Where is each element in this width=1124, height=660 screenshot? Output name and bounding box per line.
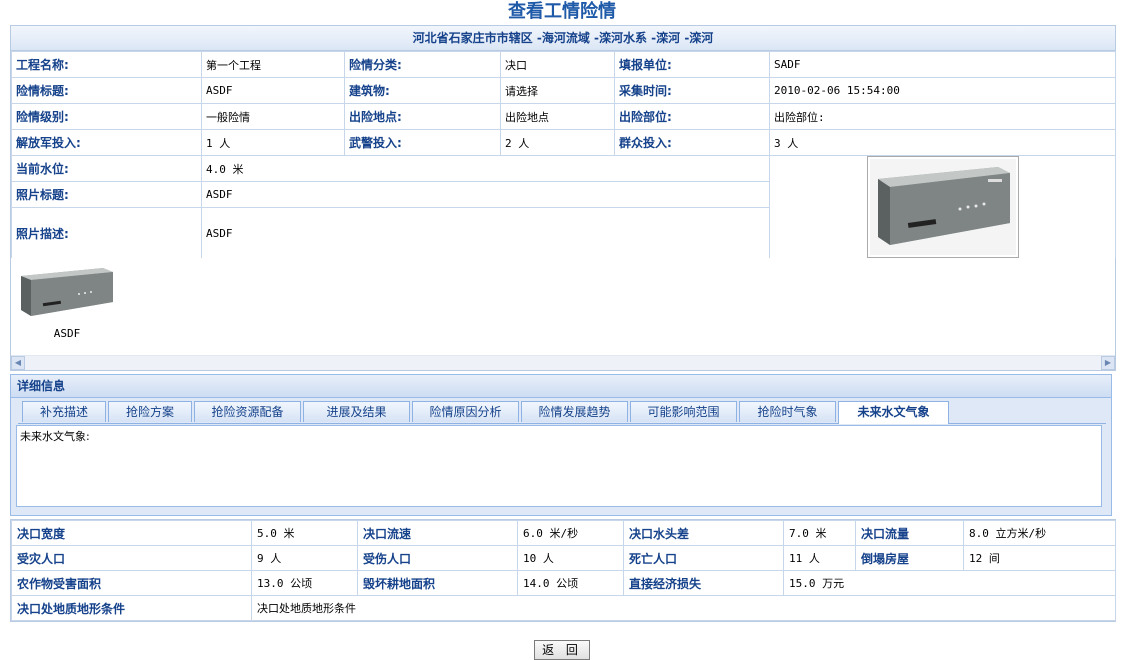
injured-label: 受伤人口 bbox=[357, 545, 518, 571]
tab-trend[interactable]: 险情发展趋势 bbox=[521, 401, 628, 422]
table-row: 解放军投入: 1 人 武警投入: 2 人 群众投入: 3 人 bbox=[11, 129, 1116, 156]
affected-pop-label: 受灾人口 bbox=[11, 545, 252, 571]
danger-part-value: 出险部位: bbox=[769, 103, 1116, 130]
danger-type-label: 险情分类: bbox=[344, 51, 501, 78]
detail-panel: 详细信息 补充描述 抢险方案 抢险资源配备 进展及结果 险情原因分析 险情发展趋… bbox=[10, 374, 1112, 516]
building-value: 请选择 bbox=[500, 77, 615, 104]
danger-part-label: 出险部位: bbox=[614, 103, 770, 130]
farmland-value: 14.0 公顷 bbox=[517, 570, 624, 596]
stats-table: 决口宽度 5.0 米 决口流速 6.0 米/秒 决口水头差 7.0 米 决口流量… bbox=[11, 520, 1116, 621]
injured-value: 10 人 bbox=[517, 545, 624, 571]
geology-value: 决口处地质地形条件 bbox=[251, 595, 1116, 621]
water-level-label: 当前水位: bbox=[11, 155, 202, 182]
breach-speed-label: 决口流速 bbox=[357, 520, 518, 546]
tab-cause-analysis[interactable]: 险情原因分析 bbox=[412, 401, 519, 422]
thumbnail-caption: ASDF bbox=[53, 327, 81, 340]
breach-head-value: 7.0 米 bbox=[783, 520, 856, 546]
table-row: 决口宽度 5.0 米 决口流速 6.0 米/秒 决口水头差 7.0 米 决口流量… bbox=[11, 520, 1116, 546]
tab-supplement[interactable]: 补充描述 bbox=[22, 401, 106, 422]
police-value: 2 人 bbox=[500, 129, 615, 156]
tab-rescue-plan[interactable]: 抢险方案 bbox=[108, 401, 192, 422]
loss-label: 直接经济损失 bbox=[623, 570, 784, 596]
router-image-icon bbox=[869, 159, 1016, 255]
table-row: 农作物受害面积 13.0 公顷 毁坏耕地面积 14.0 公顷 直接经济损失 15… bbox=[11, 570, 1116, 596]
danger-title-label: 险情标题: bbox=[11, 77, 202, 104]
danger-place-value: 出险地点 bbox=[500, 103, 615, 130]
photo-cell bbox=[769, 155, 1116, 259]
danger-type-value: 决口 bbox=[500, 51, 615, 78]
geology-label: 决口处地质地形条件 bbox=[11, 595, 252, 621]
breach-flow-label: 决口流量 bbox=[855, 520, 964, 546]
thumbnail-item[interactable]: ASDF bbox=[17, 264, 117, 340]
project-name-value: 第一个工程 bbox=[201, 51, 345, 78]
table-row: 决口处地质地形条件 决口处地质地形条件 bbox=[11, 595, 1116, 621]
report-unit-label: 填报单位: bbox=[614, 51, 770, 78]
loss-value: 15.0 万元 bbox=[783, 570, 1116, 596]
scroll-left-icon[interactable]: ◀ bbox=[11, 356, 25, 370]
horizontal-scrollbar[interactable]: ◀ ▶ bbox=[11, 355, 1115, 370]
water-level-value: 4.0 米 bbox=[201, 155, 770, 182]
affected-pop-value: 9 人 bbox=[251, 545, 358, 571]
dead-value: 11 人 bbox=[783, 545, 856, 571]
tab-impact-range[interactable]: 可能影响范围 bbox=[630, 401, 737, 422]
stats-panel: 决口宽度 5.0 米 决口流速 6.0 米/秒 决口水头差 7.0 米 决口流量… bbox=[10, 519, 1116, 622]
pla-label: 解放军投入: bbox=[11, 129, 202, 156]
info-table: 工程名称: 第一个工程 险情分类: 决口 填报单位: SADF 险情标题: AS… bbox=[11, 51, 1116, 259]
table-row: 当前水位: 4.0 米 bbox=[11, 155, 1116, 259]
danger-level-value: 一般险情 bbox=[201, 103, 345, 130]
detail-header: 详细信息 bbox=[11, 375, 1111, 398]
tab-future-hydrology[interactable]: 未来水文气象 bbox=[838, 401, 949, 424]
breach-width-value: 5.0 米 bbox=[251, 520, 358, 546]
collect-time-label: 采集时间: bbox=[614, 77, 770, 104]
photo-desc-value: ASDF bbox=[201, 207, 770, 259]
device-photo[interactable] bbox=[866, 156, 1019, 258]
photo-title-value: ASDF bbox=[201, 181, 770, 208]
police-label: 武警投入: bbox=[344, 129, 501, 156]
masses-label: 群众投入: bbox=[614, 129, 770, 156]
collapsed-label: 倒塌房屋 bbox=[855, 545, 964, 571]
danger-level-label: 险情级别: bbox=[11, 103, 202, 130]
table-row: 险情标题: ASDF 建筑物: 请选择 采集时间: 2010-02-06 15:… bbox=[11, 77, 1116, 104]
table-row: 工程名称: 第一个工程 险情分类: 决口 填报单位: SADF bbox=[11, 51, 1116, 78]
breach-flow-value: 8.0 立方米/秒 bbox=[963, 520, 1116, 546]
tab-resources[interactable]: 抢险资源配备 bbox=[194, 401, 301, 422]
router-thumbnail-icon bbox=[21, 268, 113, 316]
back-button[interactable]: 返 回 bbox=[534, 640, 590, 660]
detail-tabs: 补充描述 抢险方案 抢险资源配备 进展及结果 险情原因分析 险情发展趋势 可能影… bbox=[18, 401, 1106, 424]
info-panel: 河北省石家庄市市辖区 -海河流域 -滦河水系 -滦河 -滦河 工程名称: 第一个… bbox=[10, 25, 1116, 260]
building-label: 建筑物: bbox=[344, 77, 501, 104]
masses-value: 3 人 bbox=[769, 129, 1116, 156]
report-unit-value: SADF bbox=[769, 51, 1116, 78]
tab-progress[interactable]: 进展及结果 bbox=[303, 401, 410, 422]
tab-content: 未来水文气象: bbox=[16, 425, 1102, 507]
pla-value: 1 人 bbox=[201, 129, 345, 156]
farmland-label: 毁坏耕地面积 bbox=[357, 570, 518, 596]
breach-head-label: 决口水头差 bbox=[623, 520, 784, 546]
crop-area-value: 13.0 公顷 bbox=[251, 570, 358, 596]
danger-title-value: ASDF bbox=[201, 77, 345, 104]
collapsed-value: 12 间 bbox=[963, 545, 1116, 571]
tab-rescue-weather[interactable]: 抢险时气象 bbox=[739, 401, 836, 422]
table-row: 险情级别: 一般险情 出险地点: 出险地点 出险部位: 出险部位: bbox=[11, 103, 1116, 130]
breach-width-label: 决口宽度 bbox=[11, 520, 252, 546]
danger-place-label: 出险地点: bbox=[344, 103, 501, 130]
page-title: 查看工情险情 bbox=[508, 1, 616, 22]
crop-area-label: 农作物受害面积 bbox=[11, 570, 252, 596]
project-name-label: 工程名称: bbox=[11, 51, 202, 78]
photo-desc-label: 照片描述: bbox=[11, 207, 202, 259]
table-row: 受灾人口 9 人 受伤人口 10 人 死亡人口 11 人 倒塌房屋 12 间 bbox=[11, 545, 1116, 571]
thumbnail-strip: ASDF ◀ ▶ bbox=[10, 258, 1116, 371]
location-breadcrumb: 河北省石家庄市市辖区 -海河流域 -滦河水系 -滦河 -滦河 bbox=[11, 26, 1115, 51]
photo-title-label: 照片标题: bbox=[11, 181, 202, 208]
scroll-right-icon[interactable]: ▶ bbox=[1101, 356, 1115, 370]
breach-speed-value: 6.0 米/秒 bbox=[517, 520, 624, 546]
dead-label: 死亡人口 bbox=[623, 545, 784, 571]
collect-time-value: 2010-02-06 15:54:00 bbox=[769, 77, 1116, 104]
